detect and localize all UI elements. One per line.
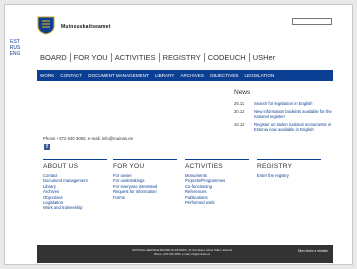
column-rule: [185, 159, 249, 160]
news-heading: News: [234, 89, 251, 96]
facebook-icon[interactable]: f: [44, 144, 50, 150]
column-about-us: ABOUT US Contact Document management Lib…: [43, 159, 107, 211]
column-rule: [257, 159, 321, 160]
footer-link[interactable]: Work and traineeship: [43, 205, 107, 210]
news-link[interactable]: New information booklets available for t…: [254, 109, 339, 119]
top-navigation: BOARD FOR YOU ACTIVITIES REGISTRY CODEUC…: [37, 53, 278, 62]
news-link[interactable]: Search for legislation in English: [254, 101, 312, 106]
footer-contact-line: Phone +372 640 3050, e-mail: info@muinas…: [153, 252, 211, 256]
news-date: 10.12: [234, 122, 245, 127]
news-item: 10.12 Register on stolen national monume…: [234, 122, 339, 132]
subnav-work[interactable]: WORK: [37, 73, 57, 78]
footer-address: NATIONAL HERITAGE BOARD OF ESTONIA, 15 U…: [122, 249, 242, 256]
footer-link[interactable]: Enter the registry: [257, 173, 321, 178]
site-footer: NATIONAL HERITAGE BOARD OF ESTONIA, 15 U…: [37, 245, 333, 263]
nav-usher[interactable]: USHer: [250, 53, 279, 62]
nav-board[interactable]: BOARD: [37, 53, 70, 62]
news-date: 20.12: [234, 109, 245, 114]
news-item: 20.12 New information booklets available…: [234, 109, 339, 119]
coat-of-arms-icon[interactable]: [35, 15, 57, 35]
column-heading: REGISTRY: [257, 163, 293, 170]
search-input[interactable]: [292, 18, 332, 25]
column-activities: ACTIVITIES Monuments Projects/Programmes…: [185, 159, 249, 205]
news-item: 25.11 Search for legislation in English: [234, 101, 339, 106]
brand-name[interactable]: Muinsuskaitseamet: [61, 24, 111, 30]
nav-registry[interactable]: REGISTRY: [160, 53, 204, 62]
subnav-document-management[interactable]: DOCUMENT MANAGEMENT: [85, 73, 152, 78]
subnav-archives[interactable]: ARCHIVES: [177, 73, 207, 78]
column-heading: FOR YOU: [113, 163, 145, 170]
subnav-legislation[interactable]: LEGISLATION: [242, 73, 278, 78]
page-frame: EST RUS ENG Muinsuskaitseamet BOARD FOR …: [4, 4, 353, 265]
subnav-objectives[interactable]: OBJECTIVES: [207, 73, 242, 78]
nav-activities[interactable]: ACTIVITIES: [112, 53, 159, 62]
language-switcher: EST RUS ENG: [5, 39, 25, 57]
nav-for-you[interactable]: FOR YOU: [71, 53, 111, 62]
contact-line: Phone +372 640 3050, e-mail: info@muinas…: [43, 136, 134, 141]
subnav-library[interactable]: LIBRARY: [152, 73, 178, 78]
column-registry: REGISTRY Enter the registry: [257, 159, 321, 178]
nav-codeuch[interactable]: CODEUCH: [205, 53, 249, 62]
lang-eng[interactable]: ENG: [5, 51, 25, 57]
column-heading: ACTIVITIES: [185, 163, 223, 170]
footer-link[interactable]: Forms: [113, 195, 177, 200]
column-heading: ABOUT US: [43, 163, 79, 170]
news-list: 25.11 Search for legislation in English …: [234, 101, 339, 135]
column-rule: [43, 159, 107, 160]
news-link[interactable]: Register on stolen national monuments in…: [254, 122, 339, 132]
column-rule: [113, 159, 177, 160]
secondary-navigation: WORK CONTACT DOCUMENT MANAGEMENT LIBRARY…: [37, 70, 333, 81]
footer-sites-link[interactable]: Sites Make a mistake: [298, 249, 328, 253]
footer-address-line: NATIONAL HERITAGE BOARD OF ESTONIA, 15 U…: [132, 249, 232, 252]
subnav-contact[interactable]: CONTACT: [57, 73, 85, 78]
news-date: 25.11: [234, 101, 245, 106]
column-for-you: FOR YOU For owner For undertakings For e…: [113, 159, 177, 200]
footer-link[interactable]: Performed work: [185, 200, 249, 205]
